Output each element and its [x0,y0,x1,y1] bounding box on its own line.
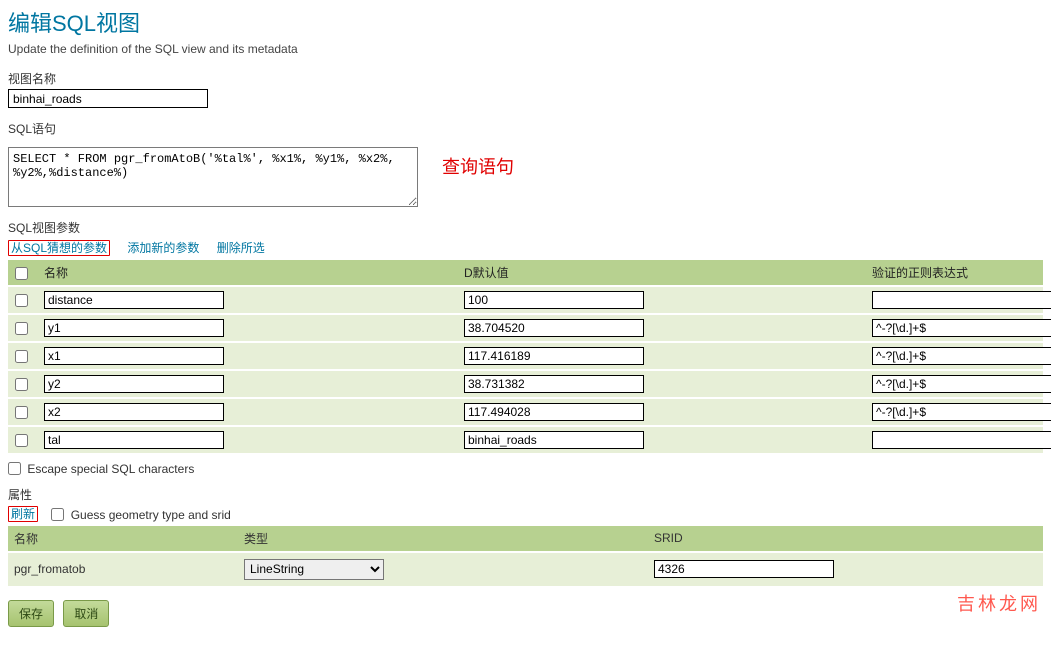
params-header-regex: 验证的正则表达式 [866,260,1043,286]
param-row-checkbox[interactable] [15,322,28,335]
param-row [8,286,1043,314]
param-name-input[interactable] [44,403,224,421]
param-default-input[interactable] [464,375,644,393]
attrs-header-type: 类型 [238,526,648,552]
param-row-checkbox[interactable] [15,294,28,307]
param-regex-input[interactable] [872,291,1051,309]
cancel-button[interactable]: 取消 [63,600,109,627]
attributes-section-label: 属性 [8,486,1043,503]
page-subtitle: Update the definition of the SQL view an… [8,42,1043,56]
attr-srid-input[interactable] [654,560,834,578]
guess-geom-label: Guess geometry type and srid [71,508,231,522]
param-name-input[interactable] [44,347,224,365]
param-name-input[interactable] [44,431,224,449]
view-name-input[interactable] [8,89,208,108]
params-section-label: SQL视图参数 [8,219,1043,236]
param-regex-input[interactable] [872,347,1051,365]
attributes-table: 名称 类型 SRID pgr_fromatob LineString [8,526,1043,586]
sql-label: SQL语句 [8,120,1043,137]
sql-textarea[interactable]: SELECT * FROM pgr_fromAtoB('%tal%', %x1%… [8,147,418,207]
param-regex-input[interactable] [872,431,1051,449]
escape-sql-label: Escape special SQL characters [27,462,194,476]
view-name-label: 视图名称 [8,70,1043,87]
attribute-row: pgr_fromatob LineString [8,552,1043,586]
param-default-input[interactable] [464,319,644,337]
param-row [8,342,1043,370]
add-param-link[interactable]: 添加新的参数 [127,241,199,255]
params-header-name: 名称 [38,260,458,286]
attrs-header-name: 名称 [8,526,238,552]
param-default-input[interactable] [464,431,644,449]
refresh-link[interactable]: 刷新 [8,506,38,522]
params-header-default: D默认值 [458,260,866,286]
attr-type-select[interactable]: LineString [244,559,384,580]
param-default-input[interactable] [464,403,644,421]
param-regex-input[interactable] [872,403,1051,421]
param-name-input[interactable] [44,291,224,309]
attr-name-cell: pgr_fromatob [8,552,238,586]
select-all-checkbox[interactable] [15,267,28,280]
param-name-input[interactable] [44,319,224,337]
param-row [8,426,1043,453]
param-row-checkbox[interactable] [15,434,28,447]
param-row [8,314,1043,342]
param-row [8,370,1043,398]
page-title: 编辑SQL视图 [8,6,1043,38]
param-regex-input[interactable] [872,375,1051,393]
attrs-header-srid: SRID [648,526,1043,552]
save-button[interactable]: 保存 [8,600,54,627]
param-default-input[interactable] [464,291,644,309]
params-table: 名称 D默认值 验证的正则表达式 [8,260,1043,453]
param-row-checkbox[interactable] [15,350,28,363]
guess-geom-checkbox[interactable] [51,508,64,521]
sql-annotation: 查询语句 [442,153,514,179]
param-name-input[interactable] [44,375,224,393]
param-row-checkbox[interactable] [15,406,28,419]
param-row [8,398,1043,426]
param-regex-input[interactable] [872,319,1051,337]
param-default-input[interactable] [464,347,644,365]
param-row-checkbox[interactable] [15,378,28,391]
guess-params-link[interactable]: 从SQL猜想的参数 [8,240,110,256]
escape-sql-checkbox[interactable] [8,462,21,475]
remove-selected-link[interactable]: 删除所选 [217,241,265,255]
